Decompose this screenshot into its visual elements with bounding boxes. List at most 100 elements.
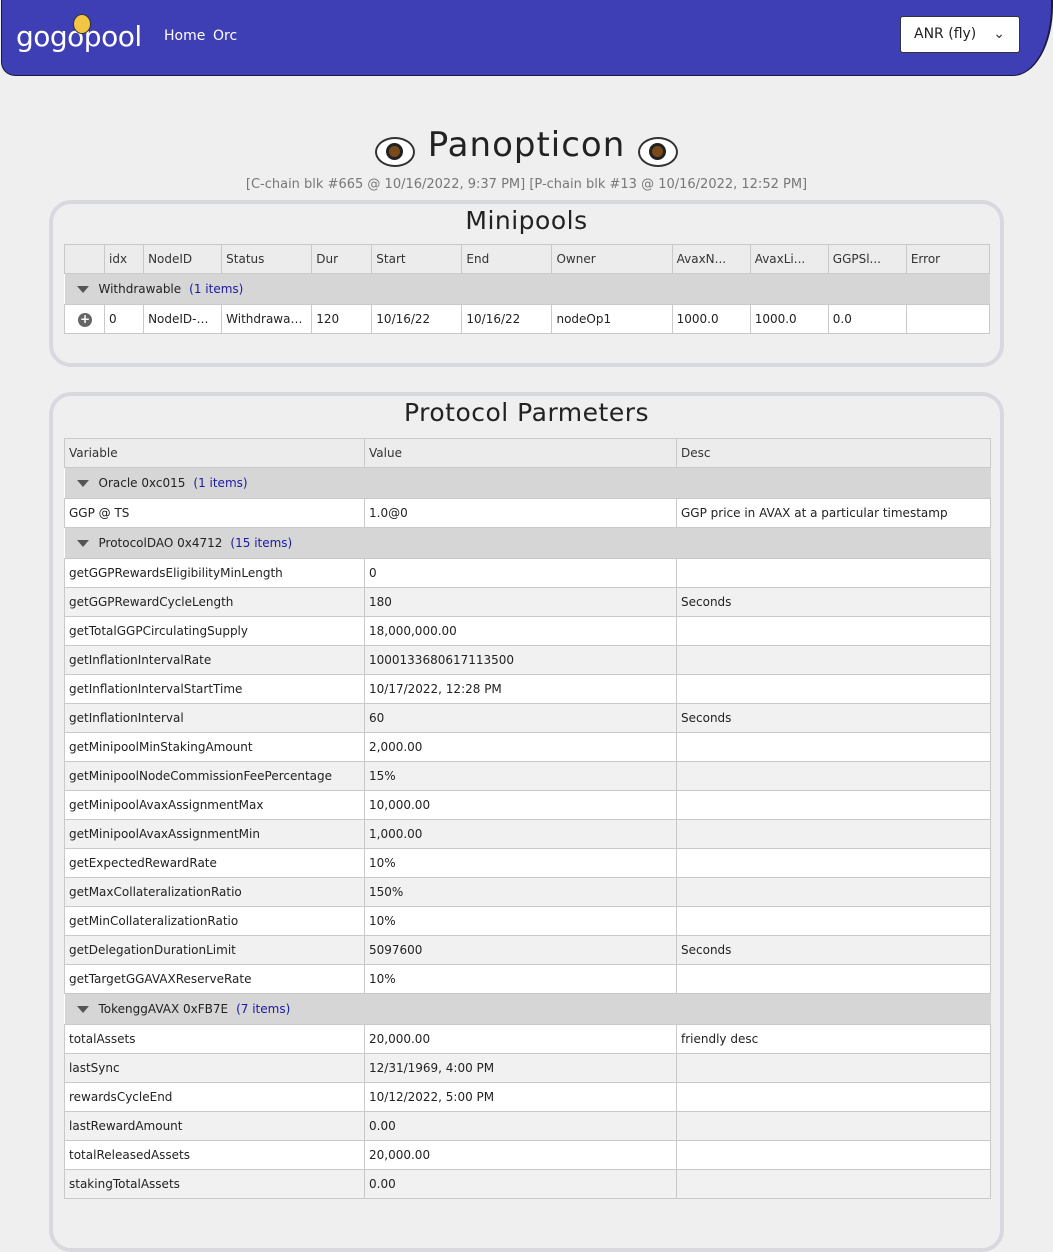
column-header[interactable]: AvaxN... bbox=[671, 244, 751, 274]
table-row: stakingTotalAssets 0.00 bbox=[64, 1169, 991, 1199]
caret-down-icon[interactable] bbox=[76, 1005, 89, 1013]
table-cell: 2,000.00 bbox=[364, 732, 677, 762]
table-cell: getMaxCollateralizationRatio bbox=[64, 877, 365, 907]
table-row: rewardsCycleEnd 10/12/2022, 5:00 PM bbox=[64, 1082, 991, 1112]
caret-down-icon[interactable] bbox=[76, 285, 89, 293]
table-cell: 60 bbox=[364, 703, 677, 733]
column-header[interactable]: Variable bbox=[64, 438, 365, 468]
table-cell bbox=[676, 790, 991, 820]
network-select[interactable]: ANR (fly) ⌄ bbox=[900, 16, 1020, 53]
table-row: getInflationIntervalStartTime 10/17/2022,… bbox=[64, 674, 991, 704]
table-cell: getMinipoolMinStakingAmount bbox=[64, 732, 365, 762]
column-header[interactable]: GGPSl... bbox=[827, 244, 907, 274]
table-cell: 1,000.00 bbox=[364, 819, 677, 849]
table-row: getMaxCollateralizationRatio 150% bbox=[64, 877, 991, 907]
table-row: getMinipoolAvaxAssignmentMin 1,000.00 bbox=[64, 819, 991, 849]
group-row-withdrawable[interactable]: Withdrawable (1 items) bbox=[64, 273, 990, 305]
column-header[interactable]: End bbox=[461, 244, 553, 274]
protocol-params-table: Variable Value Desc Oracle 0xc015 (1 items)… bbox=[64, 438, 991, 1199]
eye-icon bbox=[374, 136, 415, 167]
caret-down-icon[interactable] bbox=[76, 539, 89, 547]
column-header[interactable]: Status bbox=[221, 244, 313, 274]
expand-cell[interactable]: + bbox=[63, 304, 106, 334]
table-row: getMinipoolAvaxAssignmentMax 10,000.00 bbox=[64, 790, 991, 820]
table-cell: rewardsCycleEnd bbox=[64, 1082, 365, 1112]
column-header[interactable]: NodeID bbox=[143, 244, 223, 274]
column-header[interactable]: Owner bbox=[551, 244, 673, 274]
table-row: getMinipoolMinStakingAmount 2,000.00 bbox=[64, 732, 991, 762]
column-header[interactable]: AvaxLi... bbox=[749, 244, 829, 274]
minipools-card: Minipools idx NodeID Status Dur Start End Owne… bbox=[49, 200, 1004, 367]
table-cell: getInflationIntervalRate bbox=[64, 645, 365, 675]
table-cell: 10/16/22 bbox=[371, 304, 463, 334]
table-row: getMinCollateralizationRatio 10% bbox=[64, 906, 991, 936]
group-label: Withdrawable bbox=[98, 282, 182, 296]
group-row[interactable]: Oracle 0xc015 (1 items) bbox=[64, 467, 991, 499]
table-cell: 0 bbox=[364, 558, 677, 588]
table-row: totalAssets 20,000.00 friendly desc bbox=[64, 1024, 991, 1054]
table-cell: 0.00 bbox=[364, 1111, 677, 1141]
table-cell: getGGPRewardsEligibilityMinLength bbox=[64, 558, 365, 588]
table-cell bbox=[676, 906, 991, 936]
column-header[interactable]: Start bbox=[371, 244, 463, 274]
caret-down-icon[interactable] bbox=[76, 479, 89, 487]
table-cell: totalAssets bbox=[64, 1024, 365, 1054]
table-cell: 10/16/22 bbox=[461, 304, 553, 334]
nav-link-home[interactable]: Home bbox=[164, 28, 205, 44]
table-row: +0 NodeID-D... Withdrawable 120 10/16/22 10/1… bbox=[63, 304, 991, 334]
table-cell: lastSync bbox=[64, 1053, 365, 1083]
table-cell: 150% bbox=[364, 877, 677, 907]
table-cell: Seconds bbox=[676, 703, 991, 733]
table-cell bbox=[676, 819, 991, 849]
group-count: (1 items) bbox=[193, 476, 248, 490]
group-label: ProtocolDAO 0x4712 bbox=[98, 536, 223, 550]
table-cell: getGGPRewardCycleLength bbox=[64, 587, 365, 617]
column-header[interactable]: Value bbox=[364, 438, 677, 468]
table-cell: 12/31/1969, 4:00 PM bbox=[364, 1053, 677, 1083]
group-count: (7 items) bbox=[236, 1002, 291, 1016]
group-row[interactable]: TokenggAVAX 0xFB7E (7 items) bbox=[64, 993, 991, 1025]
group-label: Oracle 0xc015 bbox=[98, 476, 186, 490]
group-row[interactable]: ProtocolDAO 0x4712 (15 items) bbox=[64, 527, 991, 559]
protocol-params-title: Protocol Parmeters bbox=[403, 398, 650, 427]
table-cell: GGP price in AVAX at a particular timest… bbox=[676, 498, 991, 528]
table-cell bbox=[676, 616, 991, 646]
table-cell: getExpectedRewardRate bbox=[64, 848, 365, 878]
table-cell bbox=[676, 1140, 991, 1170]
table-cell: getInflationIntervalStartTime bbox=[64, 674, 365, 704]
chain-status: [C-chain blk #665 @ 10/16/2022, 9:37 PM]… bbox=[245, 177, 808, 192]
group-count: (1 items) bbox=[189, 282, 244, 296]
table-cell bbox=[676, 645, 991, 675]
table-row: getMinipoolNodeCommissionFeePercentage 15… bbox=[64, 761, 991, 791]
table-row: getTargetGGAVAXReserveRate 10% bbox=[64, 964, 991, 994]
nav-link-orc[interactable]: Orc bbox=[213, 28, 237, 44]
group-count: (15 items) bbox=[230, 536, 293, 550]
table-row: getGGPRewardCycleLength 180 Seconds bbox=[64, 587, 991, 617]
table-cell: 120 bbox=[311, 304, 373, 334]
table-row: getInflationInterval 60 Seconds bbox=[64, 703, 991, 733]
table-cell: 0 bbox=[104, 304, 145, 334]
table-cell: getTargetGGAVAXReserveRate bbox=[64, 964, 365, 994]
column-header[interactable]: Error bbox=[905, 244, 991, 274]
table-row: getDelegationDurationLimit 5097600 Seconds bbox=[64, 935, 991, 965]
table-cell: 5097600 bbox=[364, 935, 677, 965]
table-cell bbox=[676, 1082, 991, 1112]
minipools-title: Minipools bbox=[465, 206, 588, 235]
table-cell: 1.0@0 bbox=[364, 498, 677, 528]
table-cell bbox=[905, 304, 991, 334]
table-row: lastSync 12/31/1969, 4:00 PM bbox=[64, 1053, 991, 1083]
table-cell: 10% bbox=[364, 848, 677, 878]
expand-plus-icon[interactable]: + bbox=[78, 312, 92, 327]
table-row: totalReleasedAssets 20,000.00 bbox=[64, 1140, 991, 1170]
column-header[interactable]: Dur bbox=[311, 244, 373, 274]
table-cell: GGP @ TS bbox=[64, 498, 365, 528]
table-cell: friendly desc bbox=[676, 1024, 991, 1054]
column-header[interactable]: Desc bbox=[676, 438, 991, 468]
table-cell: getMinCollateralizationRatio bbox=[64, 906, 365, 936]
table-cell: getDelegationDurationLimit bbox=[64, 935, 365, 965]
table-cell: 10/12/2022, 5:00 PM bbox=[364, 1082, 677, 1112]
table-cell: 18,000,000.00 bbox=[364, 616, 677, 646]
eye-icon bbox=[638, 136, 679, 167]
column-header[interactable]: idx bbox=[104, 244, 145, 274]
table-cell bbox=[676, 877, 991, 907]
